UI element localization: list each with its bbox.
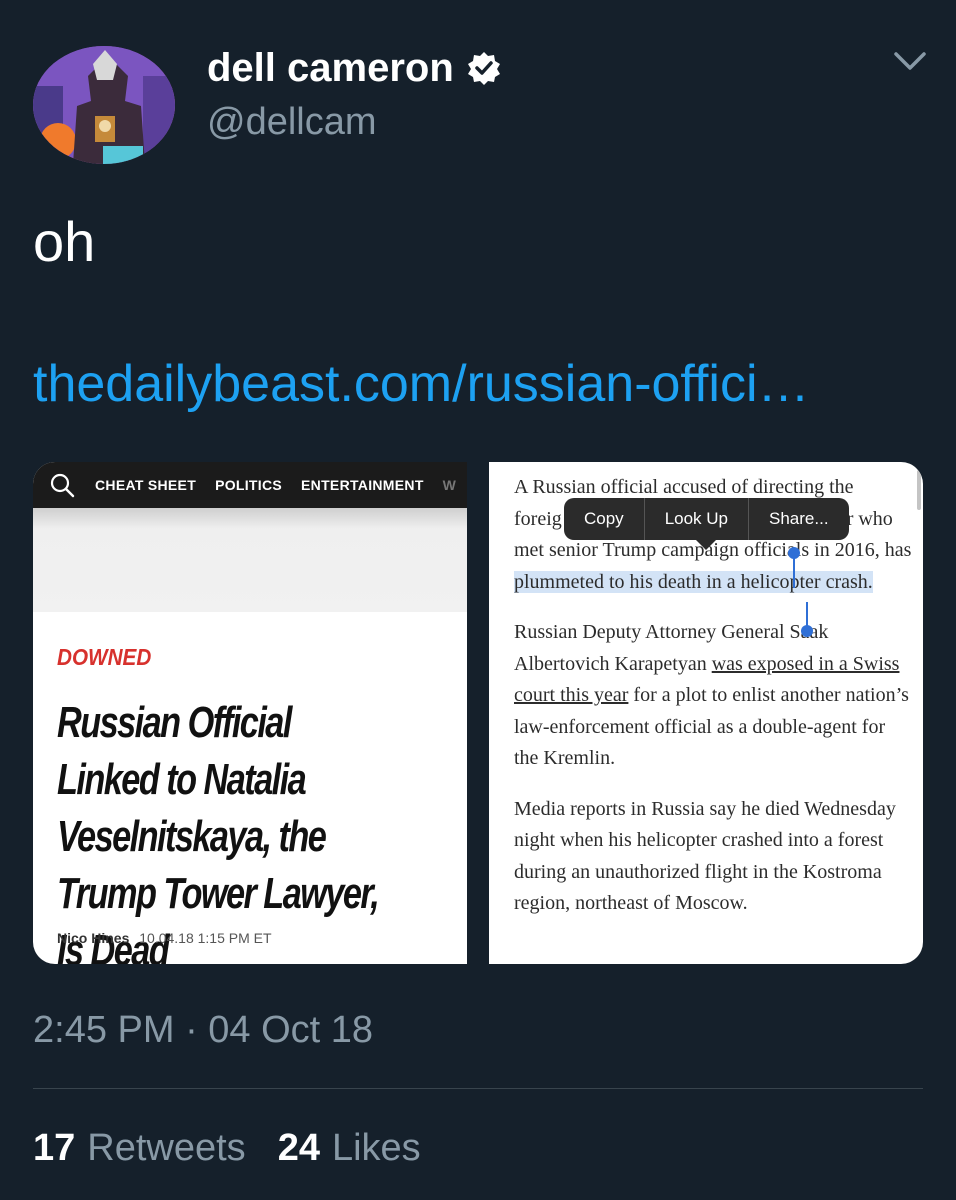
tweet-media[interactable]: CHEAT SHEET POLITICS ENTERTAINMENT W DOW… (33, 462, 923, 964)
selection-start-handle-icon[interactable] (787, 546, 801, 588)
copy-menu-item[interactable]: Copy (564, 498, 644, 540)
share-menu-item[interactable]: Share... (749, 498, 849, 540)
media-image-left[interactable]: CHEAT SHEET POLITICS ENTERTAINMENT W DOW… (33, 462, 467, 964)
article-paragraph-3: Media reports in Russia say he died Wedn… (514, 797, 896, 915)
nav-item-cheat-sheet[interactable]: CHEAT SHEET (95, 477, 196, 493)
display-name-text: dell cameron (207, 46, 454, 90)
header-image-placeholder (33, 508, 467, 612)
divider (33, 1088, 923, 1089)
article-byline: Nico Hines 10.04.18 1:15 PM ET (57, 930, 272, 946)
text-context-menu: Copy Look Up Share... (564, 498, 849, 550)
search-icon[interactable] (49, 472, 75, 498)
likes-label: Likes (331, 1127, 421, 1169)
site-nav-bar: CHEAT SHEET POLITICS ENTERTAINMENT W (33, 462, 467, 508)
article-paragraph-2: Russian Deputy Attorney General Saak Alb… (514, 617, 914, 775)
verified-badge-icon (467, 52, 500, 85)
article-headline: Russian Official Linked to Natalia Vesel… (57, 698, 380, 964)
selection-end-handle-icon[interactable] (800, 602, 814, 638)
likes-count: 24 (277, 1127, 320, 1169)
user-handle[interactable]: @dellcam (207, 100, 377, 144)
media-image-right[interactable]: A Russian official accused of directing … (489, 462, 923, 964)
article-kicker: DOWNED (57, 644, 152, 670)
selected-text[interactable]: plummeted to his death in a helicopter c… (514, 570, 873, 593)
article-date: 10.04.18 1:15 PM ET (139, 930, 272, 946)
tweet-link[interactable]: thedailybeast.com/russian-offici… (33, 352, 810, 416)
retweets-stat[interactable]: 17 Retweets (33, 1124, 246, 1172)
retweets-count: 17 (33, 1127, 76, 1169)
author-name: Nico Hines (57, 930, 130, 946)
scrollbar[interactable] (917, 470, 921, 510)
retweets-label: Retweets (87, 1127, 246, 1169)
likes-stat[interactable]: 24 Likes (278, 1124, 421, 1172)
look-up-menu-item[interactable]: Look Up (645, 498, 748, 540)
tweet-stats: 17 Retweets 24 Likes (33, 1124, 453, 1172)
tweet-text: oh (33, 210, 96, 273)
chevron-down-icon[interactable] (892, 46, 928, 76)
nav-item-politics[interactable]: POLITICS (215, 477, 282, 493)
nav-item-truncated[interactable]: W (443, 477, 457, 493)
nav-item-entertainment[interactable]: ENTERTAINMENT (301, 477, 424, 493)
tweet-timestamp[interactable]: 2:45 PM · 04 Oct 18 (33, 1006, 373, 1054)
menu-pointer (696, 540, 716, 550)
avatar[interactable] (33, 46, 175, 164)
display-name[interactable]: dell cameron (207, 44, 502, 92)
